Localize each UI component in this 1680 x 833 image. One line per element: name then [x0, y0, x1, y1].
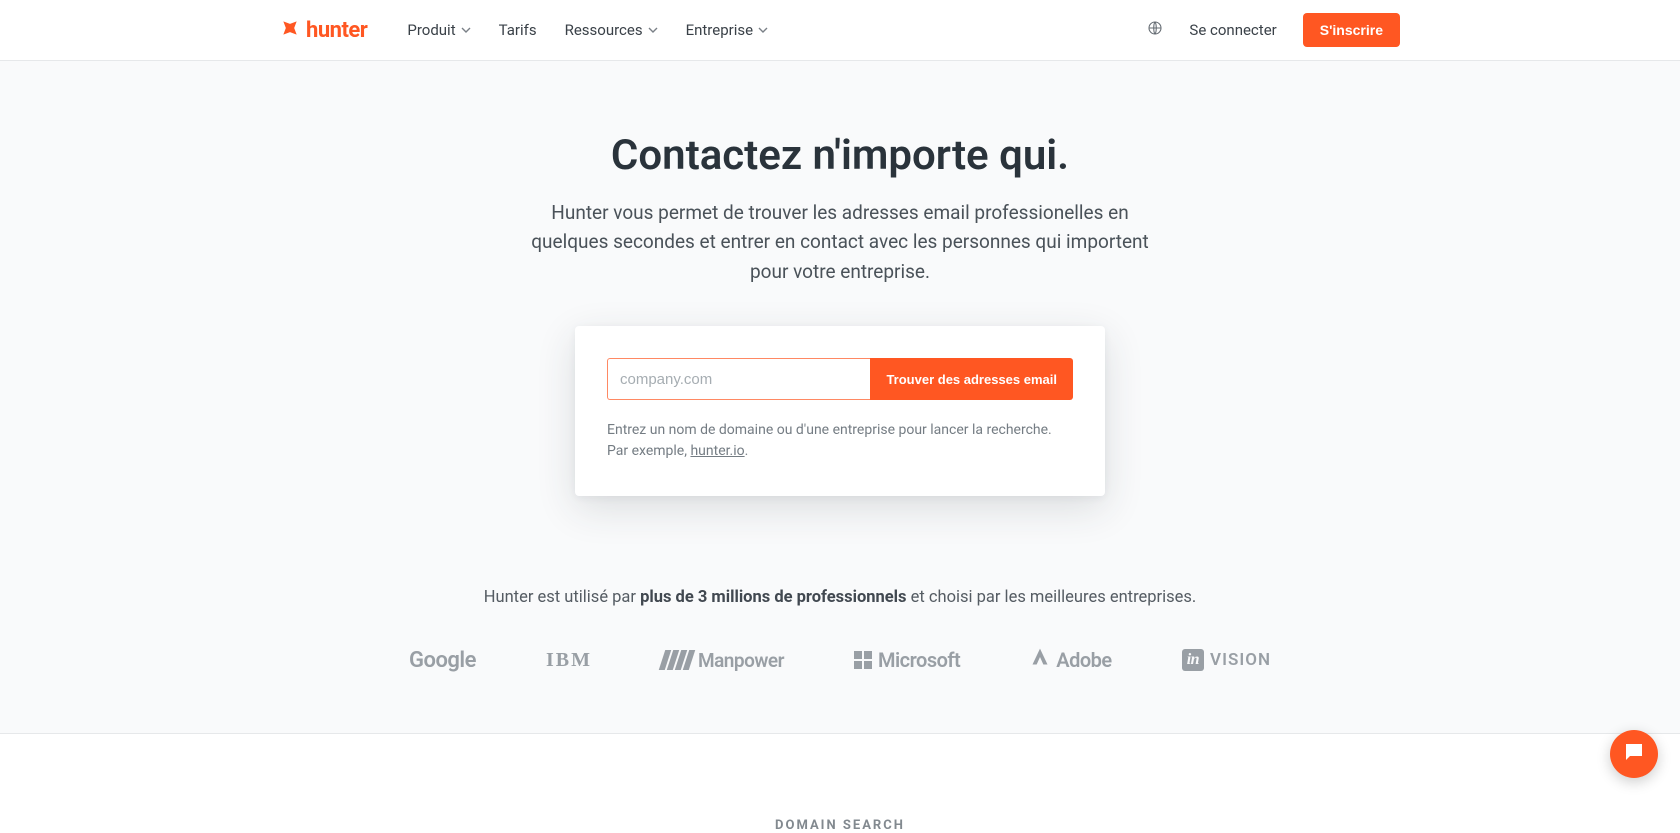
- section-label-domain-search: DOMAIN SEARCH: [0, 734, 1680, 833]
- nav-ressources[interactable]: Ressources: [565, 21, 658, 39]
- chat-icon: [1622, 740, 1646, 768]
- logo-microsoft: Microsoft: [854, 648, 960, 672]
- adobe-a-icon: [1030, 647, 1050, 673]
- nav-tarifs[interactable]: Tarifs: [499, 21, 537, 39]
- logo-invision: inVISION: [1182, 649, 1271, 671]
- globe-icon: [1147, 20, 1163, 40]
- nav-entreprise[interactable]: Entreprise: [686, 21, 768, 39]
- invision-in-icon: in: [1182, 649, 1204, 671]
- brand-logos: Google IBM Manpower Microsoft Adobe inVI…: [409, 647, 1271, 673]
- social-proof-text: Hunter est utilisé par plus de 3 million…: [409, 588, 1271, 607]
- hero-title: Contactez n'importe qui.: [611, 131, 1069, 180]
- main-nav: Produit Tarifs Ressources Entreprise: [407, 21, 768, 39]
- social-proof: Hunter est utilisé par plus de 3 million…: [409, 588, 1271, 673]
- hint-example-link[interactable]: hunter.io: [690, 443, 744, 459]
- logo-google: Google: [409, 648, 476, 673]
- search-hint: Entrez un nom de domaine ou d'une entrep…: [607, 420, 1073, 462]
- chevron-down-icon: [648, 21, 658, 39]
- domain-search-card: Trouver des adresses email Entrez un nom…: [575, 326, 1105, 496]
- chevron-down-icon: [461, 21, 471, 39]
- logo-ibm: IBM: [546, 649, 592, 672]
- logo-icon: [280, 18, 300, 42]
- nav-label: Produit: [407, 21, 455, 39]
- nav-label: Ressources: [565, 21, 643, 39]
- microsoft-squares-icon: [854, 651, 872, 669]
- manpower-bars-icon: [659, 650, 695, 670]
- hero-section: Contactez n'importe qui. Hunter vous per…: [0, 61, 1680, 734]
- hint-suffix: .: [745, 443, 749, 459]
- signup-button[interactable]: S'inscrire: [1303, 13, 1400, 47]
- chevron-down-icon: [758, 21, 768, 39]
- brand-logo[interactable]: hunter: [280, 18, 367, 43]
- logo-manpower: Manpower: [662, 649, 784, 672]
- login-link[interactable]: Se connecter: [1189, 21, 1276, 39]
- hint-prefix: Entrez un nom de domaine ou d'une entrep…: [607, 422, 1052, 459]
- hero-subtitle: Hunter vous permet de trouver les adress…: [520, 198, 1160, 286]
- language-switcher[interactable]: [1147, 20, 1163, 40]
- site-header: hunter Produit Tarifs Ressources Entrepr…: [0, 0, 1680, 61]
- nav-produit[interactable]: Produit: [407, 21, 470, 39]
- nav-label: Entreprise: [686, 21, 753, 39]
- domain-input[interactable]: [607, 358, 870, 400]
- nav-label: Tarifs: [499, 21, 537, 39]
- brand-name: hunter: [306, 18, 367, 43]
- find-emails-button[interactable]: Trouver des adresses email: [870, 358, 1073, 400]
- chat-launcher[interactable]: [1610, 730, 1658, 778]
- logo-adobe: Adobe: [1030, 647, 1111, 673]
